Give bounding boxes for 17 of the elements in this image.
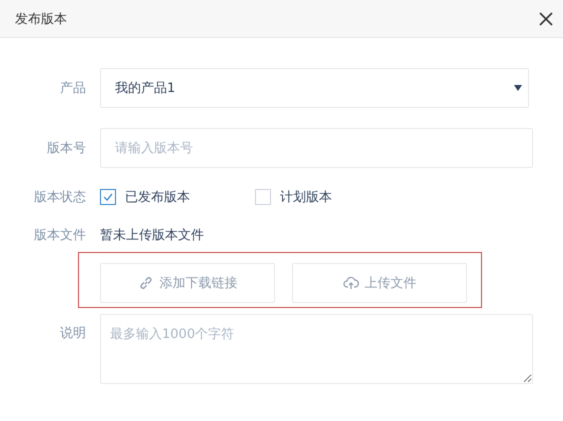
version-input[interactable]: 请输入版本号	[100, 128, 533, 168]
checkbox[interactable]	[100, 189, 116, 205]
caret-icon	[514, 85, 522, 91]
field-label: 说明	[59, 325, 86, 342]
description-textarea[interactable]: 最多输入1000个字符	[100, 314, 533, 384]
dialog-title: 发布版本	[15, 10, 67, 28]
field-label: 版本文件	[33, 227, 86, 244]
field-label: 产品	[59, 80, 86, 97]
close-icon[interactable]	[539, 12, 553, 26]
product-select[interactable]: 我的产品1	[100, 68, 529, 108]
file-status-text: 暂未上传版本文件	[100, 227, 204, 244]
field-label: 版本号	[46, 140, 86, 157]
field-label: 版本状态	[33, 189, 86, 206]
link-icon	[138, 275, 154, 291]
checkbox-label[interactable]: 已发布版本	[125, 188, 190, 206]
cloud-upload-icon	[342, 275, 358, 291]
checkbox-label[interactable]: 计划版本	[280, 188, 332, 206]
